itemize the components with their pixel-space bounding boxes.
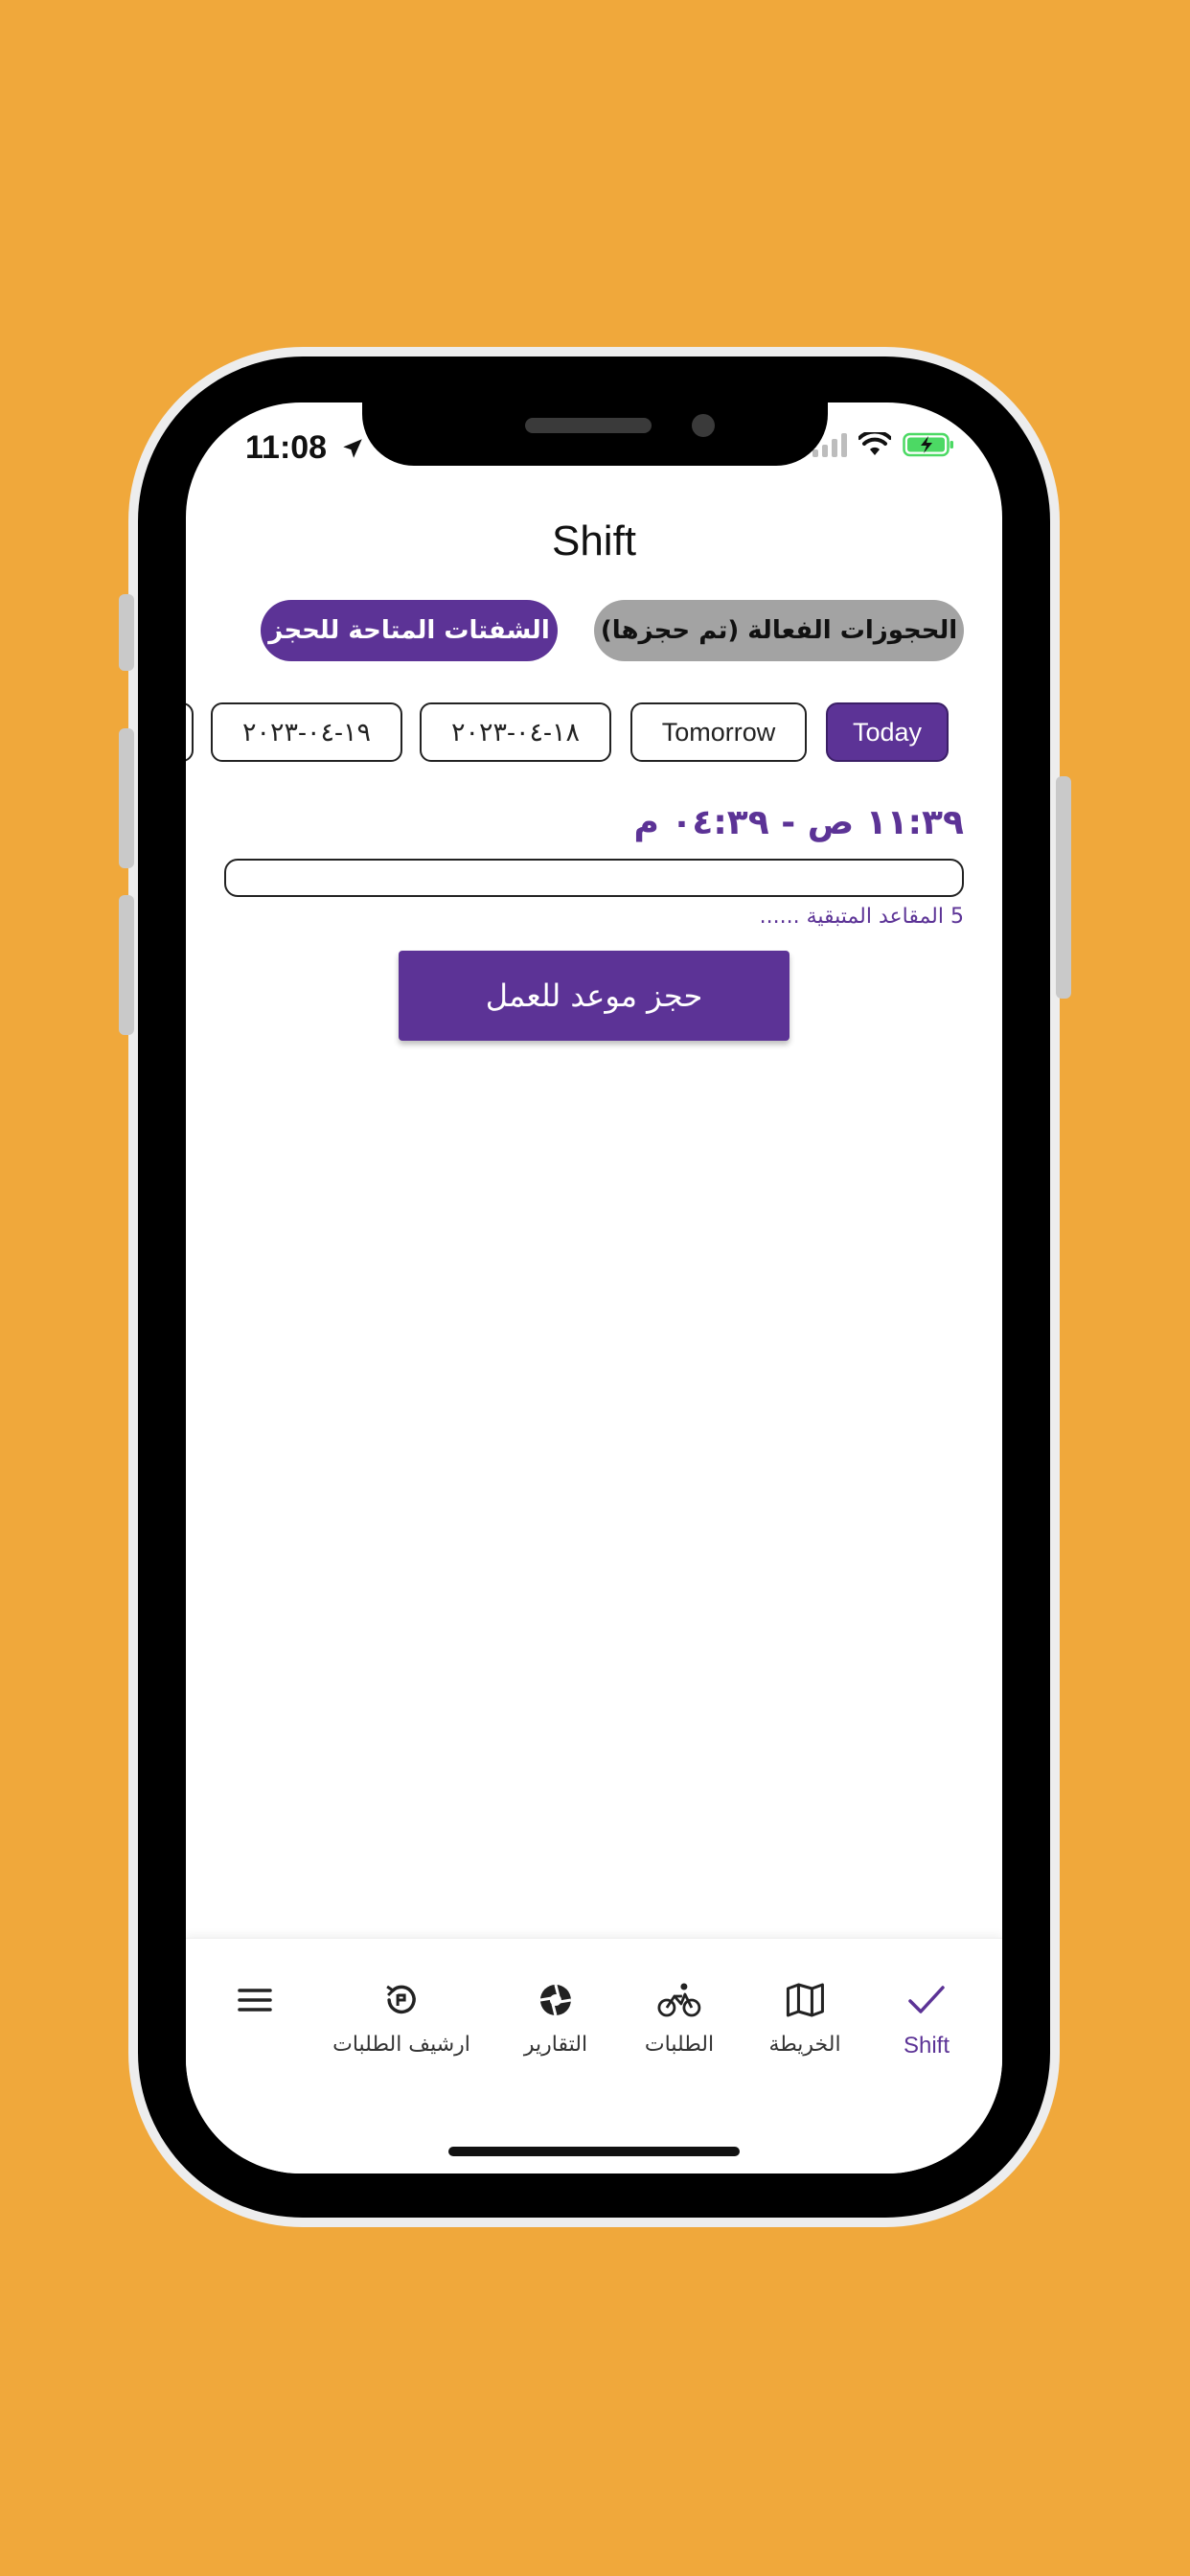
speaker-grille xyxy=(525,418,652,433)
tab-orders-archive[interactable]: ارشيف الطلبات xyxy=(332,1981,470,2057)
app-screen: 11:08 Shift الحجوزات الفعالة (تم حجزها) … xyxy=(186,402,1002,2174)
bottom-tab-bar: Shift الخريطة الطلبات التقارير ارشيف الط… xyxy=(186,1938,1002,2174)
checkmark-icon xyxy=(908,1986,945,2013)
status-time: 11:08 xyxy=(245,429,365,467)
tab-orders-label: الطلبات xyxy=(644,2033,715,2057)
battery-charging-icon xyxy=(903,432,953,457)
active-bookings-tab[interactable]: الحجوزات الفعالة (تم حجزها) xyxy=(594,600,964,661)
seats-remaining-label: 5 المقاعد المتبقية ...... xyxy=(759,905,964,929)
status-time-text: 11:08 xyxy=(245,429,328,466)
mute-switch xyxy=(119,594,134,671)
front-camera xyxy=(692,414,715,437)
map-icon xyxy=(786,1983,824,2017)
location-arrow-icon xyxy=(342,439,362,458)
tab-orders[interactable]: الطلبات xyxy=(645,1981,714,2057)
tab-menu[interactable] xyxy=(236,1981,274,2019)
tab-reports[interactable]: التقارير xyxy=(524,1981,587,2057)
tab-reports-label: التقارير xyxy=(523,2033,588,2057)
seats-progress-bar xyxy=(224,859,964,897)
tab-shift-label: Shift xyxy=(903,2033,950,2058)
volume-down-button xyxy=(119,895,134,1035)
shift-time-range: ١١:٣٩ ص - ٠٤:٣٩ م xyxy=(633,803,964,842)
date-chip-2023-04-19[interactable]: ١٩-٠٤-٢٠٢٣ xyxy=(211,702,402,762)
history-icon xyxy=(386,1985,416,2014)
book-shift-button[interactable]: حجز موعد للعمل xyxy=(399,951,790,1041)
tab-shift[interactable]: Shift xyxy=(904,1981,950,2059)
available-shifts-tab[interactable]: الشفتات المتاحة للحجز xyxy=(261,600,558,661)
date-chip-2023-04-18[interactable]: ١٨-٠٤-٢٠٢٣ xyxy=(420,702,611,762)
hamburger-menu-icon xyxy=(238,1989,272,2012)
wifi-icon xyxy=(858,432,891,455)
home-indicator xyxy=(448,2147,740,2156)
bicycle-icon xyxy=(657,1983,701,2017)
page-title: Shift xyxy=(551,518,637,564)
date-chip-today[interactable]: Today xyxy=(826,702,949,762)
date-chip-tomorrow[interactable]: Tomorrow xyxy=(630,702,807,762)
date-chip-partial[interactable] xyxy=(186,702,194,762)
tab-map-label: الخريطة xyxy=(768,2033,841,2057)
aperture-icon xyxy=(539,1984,572,2016)
volume-up-button xyxy=(119,728,134,868)
tab-map[interactable]: الخريطة xyxy=(768,1981,841,2057)
tab-orders-archive-label: ارشيف الطلبات xyxy=(332,2033,470,2057)
power-button xyxy=(1056,776,1071,999)
status-indicators xyxy=(812,431,954,458)
